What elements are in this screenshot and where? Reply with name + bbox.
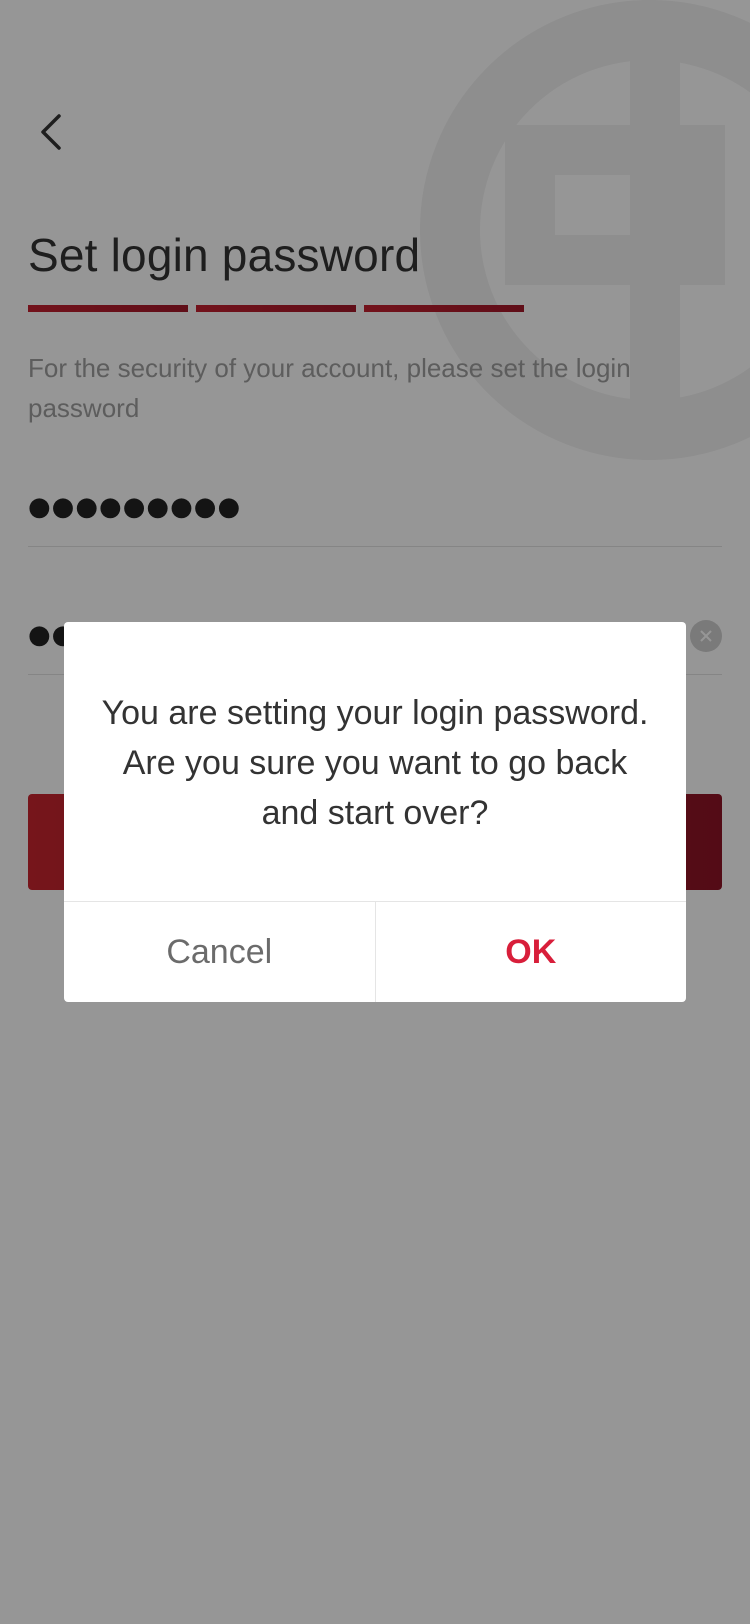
ok-button[interactable]: OK bbox=[376, 902, 687, 1002]
confirm-dialog: You are setting your login password. Are… bbox=[64, 622, 686, 1002]
dialog-message: You are setting your login password. Are… bbox=[101, 694, 649, 832]
dialog-actions: Cancel OK bbox=[64, 901, 686, 1002]
cancel-button[interactable]: Cancel bbox=[64, 902, 376, 1002]
